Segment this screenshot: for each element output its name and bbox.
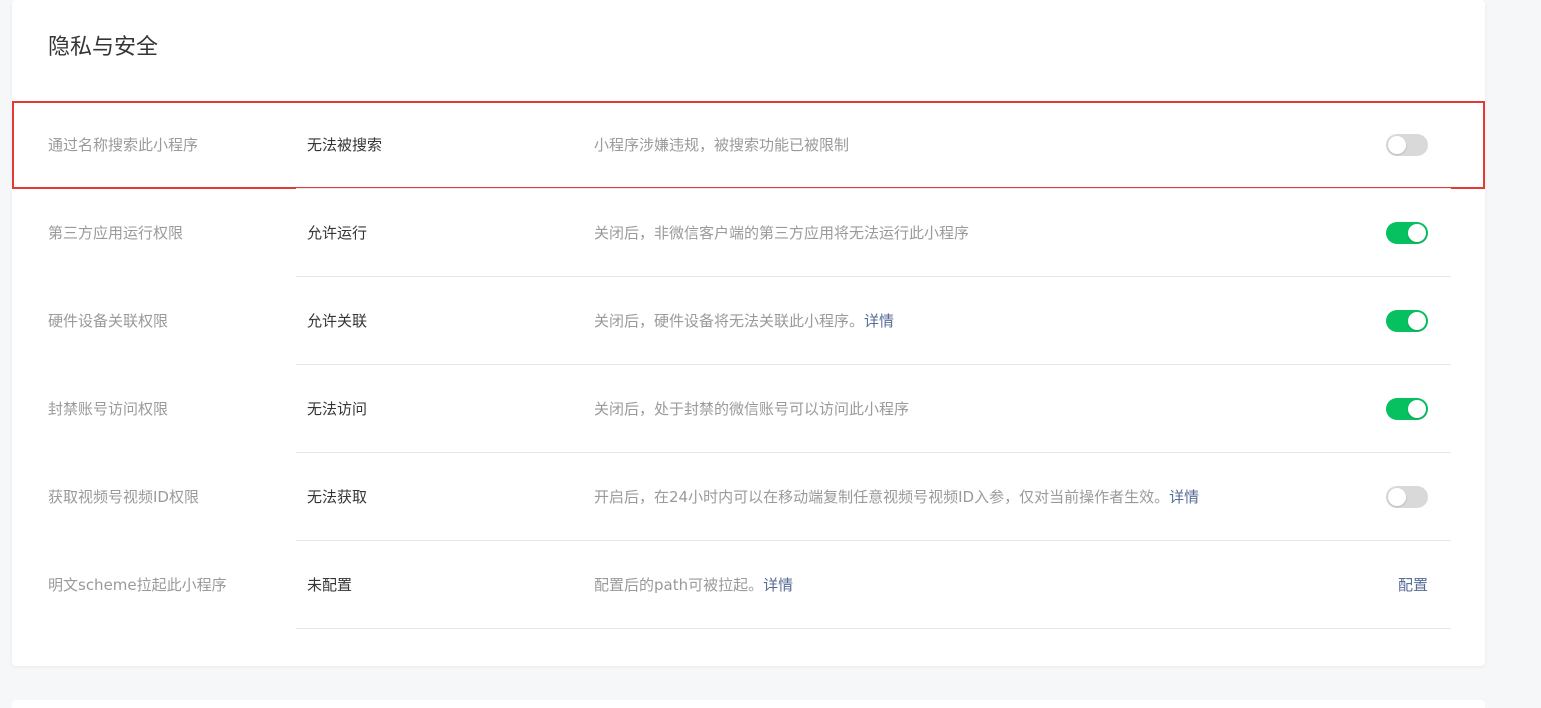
setting-row-hardware-link: 硬件设备关联权限 允许关联 关闭后，硬件设备将无法关联此小程序。详情	[12, 277, 1485, 365]
setting-label: 通过名称搜索此小程序	[48, 136, 199, 154]
setting-value: 允许运行	[307, 224, 368, 242]
setting-description: 配置后的path可被拉起。详情	[594, 576, 794, 594]
configure-link[interactable]: 配置	[1398, 541, 1428, 629]
setting-label: 封禁账号访问权限	[48, 400, 169, 418]
setting-label: 获取视频号视频ID权限	[48, 488, 199, 506]
setting-row-banned-account-access: 封禁账号访问权限 无法访问 关闭后，处于封禁的微信账号可以访问此小程序	[12, 365, 1485, 453]
details-link[interactable]: 详情	[1169, 488, 1199, 506]
setting-value: 未配置	[307, 576, 353, 594]
setting-label: 第三方应用运行权限	[48, 224, 184, 242]
next-card	[12, 700, 1485, 708]
setting-description: 开启后，在24小时内可以在移动端复制任意视频号视频ID入参，仅对当前操作者生效。…	[594, 488, 1200, 506]
scrollbar-track[interactable]	[1527, 0, 1541, 708]
toggle-knob	[1408, 312, 1426, 330]
third-party-run-toggle[interactable]	[1386, 222, 1428, 244]
setting-description: 关闭后，处于封禁的微信账号可以访问此小程序	[594, 400, 910, 418]
setting-value: 允许关联	[307, 312, 368, 330]
toggle-knob	[1408, 400, 1426, 418]
setting-label: 硬件设备关联权限	[48, 312, 169, 330]
setting-description: 关闭后，非微信客户端的第三方应用将无法运行此小程序	[594, 224, 970, 242]
setting-description: 关闭后，硬件设备将无法关联此小程序。详情	[594, 312, 895, 330]
toggle-knob	[1388, 488, 1406, 506]
privacy-security-card: 隐私与安全 通过名称搜索此小程序 无法被搜索 小程序涉嫌违规，被搜索功能已被限制…	[12, 0, 1485, 666]
toggle-knob	[1388, 136, 1406, 154]
channels-video-id-toggle[interactable]	[1386, 486, 1428, 508]
hardware-link-toggle[interactable]	[1386, 310, 1428, 332]
setting-value: 无法访问	[307, 400, 368, 418]
details-link[interactable]: 详情	[763, 576, 793, 594]
section-title: 隐私与安全	[48, 35, 159, 60]
setting-row-plaintext-scheme: 明文scheme拉起此小程序 未配置 配置后的path可被拉起。详情 配置	[12, 541, 1485, 629]
page: 隐私与安全 通过名称搜索此小程序 无法被搜索 小程序涉嫌违规，被搜索功能已被限制…	[0, 0, 1541, 708]
setting-row-search-by-name: 通过名称搜索此小程序 无法被搜索 小程序涉嫌违规，被搜索功能已被限制	[12, 101, 1485, 189]
setting-value: 无法被搜索	[307, 136, 383, 154]
search-by-name-toggle[interactable]	[1386, 134, 1428, 156]
setting-row-third-party-run: 第三方应用运行权限 允许运行 关闭后，非微信客户端的第三方应用将无法运行此小程序	[12, 189, 1485, 277]
setting-description: 小程序涉嫌违规，被搜索功能已被限制	[594, 136, 850, 154]
settings-list: 通过名称搜索此小程序 无法被搜索 小程序涉嫌违规，被搜索功能已被限制 第三方应用…	[12, 101, 1485, 629]
setting-label: 明文scheme拉起此小程序	[48, 576, 227, 594]
setting-row-channels-video-id: 获取视频号视频ID权限 无法获取 开启后，在24小时内可以在移动端复制任意视频号…	[12, 453, 1485, 541]
details-link[interactable]: 详情	[864, 312, 894, 330]
banned-account-access-toggle[interactable]	[1386, 398, 1428, 420]
toggle-knob	[1408, 224, 1426, 242]
setting-value: 无法获取	[307, 488, 368, 506]
